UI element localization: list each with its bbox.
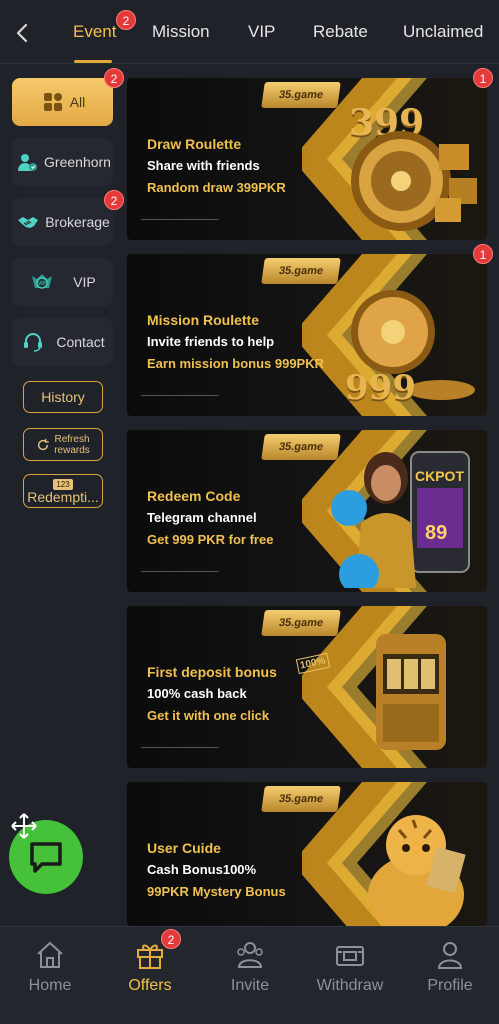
jackpot-art-digits: 89	[425, 522, 448, 544]
sidebar-item-label: All	[69, 94, 86, 110]
bottom-nav: Home Offers 2 Invite Withdraw Profile	[0, 926, 499, 1024]
brand-logo-tag: 35.game	[261, 434, 341, 460]
nav-home[interactable]: Home	[0, 927, 100, 1024]
nav-offers-badge: 2	[161, 929, 181, 949]
banner-art-number: 999	[345, 368, 416, 408]
tab-active-indicator	[74, 60, 112, 63]
nav-label: Profile	[427, 977, 473, 994]
nav-label: Withdraw	[316, 977, 384, 994]
brand-logo-tag: 35.game	[261, 786, 341, 812]
slot-machine-icon	[376, 634, 446, 750]
banner-user-guide[interactable]: 35.game User Cuide Cash Bonus100% 99PKR …	[127, 782, 487, 926]
sidebar-item-all[interactable]: All	[12, 78, 113, 126]
banner-subtitle: 100% cash back	[147, 686, 247, 701]
sidebar-item-brokerage[interactable]: Brokerage	[12, 198, 113, 246]
banner-subtitle: Share with friends	[147, 158, 260, 173]
banner-subtitle: Invite friends to help	[147, 334, 275, 349]
refresh-rewards-button[interactable]: Refresh rewards	[23, 428, 103, 461]
banner-draw-roulette[interactable]: 35.game 399 Draw Roulette Share with fri…	[127, 78, 487, 240]
sidebar-item-label: VIP	[73, 274, 96, 290]
banner-reward: Get 999 PKR for free	[147, 532, 274, 547]
gift-icon	[134, 939, 166, 971]
redemption-button[interactable]: 123 Redempti...	[23, 474, 103, 508]
character-phone-art	[331, 451, 470, 588]
redemption-label: Redempti...	[27, 488, 99, 505]
banner-first-deposit[interactable]: 35.game 100% First deposit bonus 100% ca…	[127, 606, 487, 768]
roulette-wheel-icon	[351, 131, 477, 231]
banner-title: User Cuide	[147, 840, 221, 856]
handshake-icon	[15, 209, 41, 235]
tab-mission[interactable]: Mission	[152, 22, 210, 42]
home-icon	[34, 939, 66, 971]
headset-icon	[20, 329, 46, 355]
chat-bubble-icon	[28, 840, 64, 874]
tab-event[interactable]: Event	[73, 22, 116, 42]
tiger-mascot-icon	[368, 815, 466, 926]
banner-reward: 99PKR Mystery Bonus	[147, 884, 286, 899]
refresh-label-line2: rewards	[54, 444, 90, 456]
tab-vip[interactable]: VIP	[248, 22, 275, 42]
back-arrow-icon[interactable]	[12, 22, 32, 44]
banner-title: Draw Roulette	[147, 136, 242, 152]
sidebar-item-label: Brokerage	[45, 214, 110, 230]
sidebar-item-vip[interactable]: VIP VIP	[12, 258, 113, 306]
nav-label: Home	[28, 977, 72, 994]
newbie-icon	[14, 149, 40, 175]
sidebar-item-contact[interactable]: Contact	[12, 318, 113, 366]
top-nav: Event 2 Mission VIP Rebate Unclaimed	[0, 0, 499, 64]
banner-subtitle: Telegram channel	[147, 510, 257, 525]
nav-profile[interactable]: Profile	[400, 927, 499, 1024]
sidebar-item-label: Contact	[56, 334, 105, 350]
nav-label: Offers	[128, 977, 172, 994]
history-button[interactable]: History	[23, 381, 103, 413]
redemption-code-icon: 123	[53, 478, 73, 490]
nav-offers[interactable]: Offers	[100, 927, 200, 1024]
banner-mission-roulette-badge: 1	[473, 244, 493, 264]
banner-redeem-code[interactable]: 35.game CKPOT 89 Redeem Code Telegram ch…	[127, 430, 487, 592]
brand-logo-tag: 35.game	[261, 82, 341, 108]
refresh-icon	[36, 438, 50, 452]
sidebar-brokerage-badge: 2	[104, 190, 124, 210]
banner-divider	[141, 395, 219, 396]
banner-mission-roulette[interactable]: 35.game 999 Mission Roulette Invite frie…	[127, 254, 487, 416]
banner-divider	[141, 219, 219, 220]
brand-logo-tag: 35.game	[261, 258, 341, 284]
jackpot-art-text: CKPOT	[415, 468, 464, 484]
banner-reward: Get it with one click	[147, 708, 270, 723]
banner-divider	[141, 747, 219, 748]
banner-reward: Earn mission bonus 999PKR	[147, 356, 324, 371]
grid-icon	[40, 89, 66, 115]
vip-shield-icon: VIP	[29, 269, 55, 295]
sidebar-item-greenhorn[interactable]: Greenhorn	[12, 138, 113, 186]
refresh-label-line1: Refresh	[54, 433, 90, 445]
app-root: Event 2 Mission VIP Rebate Unclaimed All…	[0, 0, 499, 1024]
nav-withdraw[interactable]: Withdraw	[300, 927, 400, 1024]
withdraw-icon	[334, 939, 366, 971]
banner-subtitle: Cash Bonus100%	[147, 862, 257, 877]
banner-reward: Random draw 399PKR	[147, 180, 286, 195]
banner-title: Mission Roulette	[147, 312, 260, 328]
tab-rebate[interactable]: Rebate	[313, 22, 368, 42]
banner-divider	[141, 571, 219, 572]
banner-title: First deposit bonus	[147, 664, 277, 680]
svg-text:VIP: VIP	[38, 281, 47, 287]
sidebar-item-label: Greenhorn	[44, 154, 111, 170]
sidebar-all-badge: 2	[104, 68, 124, 88]
brand-logo-tag: 35.game	[261, 610, 341, 636]
category-sidebar: All 2 Greenhorn Brokerage 2 VIP VIP Cont…	[0, 64, 124, 926]
tab-unclaimed[interactable]: Unclaimed	[403, 22, 483, 42]
invite-icon	[234, 939, 266, 971]
drag-move-icon[interactable]	[10, 812, 38, 840]
banner-draw-roulette-badge: 1	[473, 68, 493, 88]
banner-title: Redeem Code	[147, 488, 241, 504]
nav-label: Invite	[230, 977, 270, 994]
tab-event-badge: 2	[116, 10, 136, 30]
nav-invite[interactable]: Invite	[200, 927, 300, 1024]
profile-icon	[434, 939, 466, 971]
